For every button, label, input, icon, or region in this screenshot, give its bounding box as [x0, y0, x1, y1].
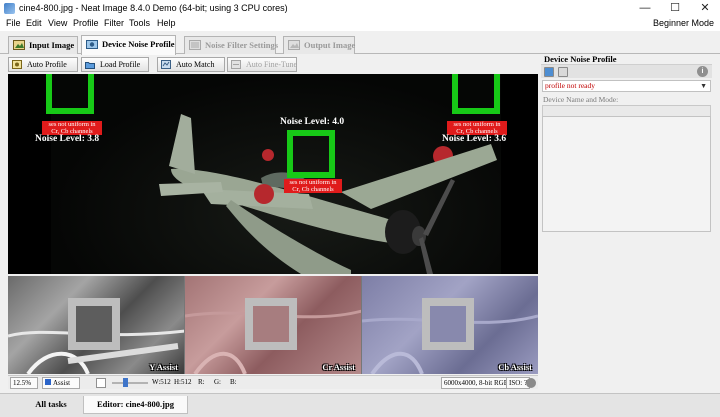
menu-help[interactable]: Help: [157, 18, 176, 28]
airplane-image: [159, 114, 497, 274]
tab-noise-filter-settings-label: Noise Filter Settings: [205, 40, 279, 50]
sample-area-center[interactable]: [287, 130, 335, 178]
view-mode-label: Assist: [53, 379, 71, 387]
status-info-icon[interactable]: [526, 378, 536, 388]
auto-profile-label: Auto Profile: [27, 60, 67, 69]
menu-view[interactable]: View: [48, 18, 67, 28]
photo: [51, 74, 501, 274]
auto-match-icon: [161, 60, 171, 69]
menu-tools[interactable]: Tools: [129, 18, 150, 28]
maximize-button[interactable]: ☐: [660, 0, 690, 17]
tab-input-image-label: Input Image: [29, 40, 75, 50]
settings-gear-icon[interactable]: [96, 378, 106, 388]
menu-profile[interactable]: Profile: [73, 18, 99, 28]
sample-area-left[interactable]: [46, 74, 94, 114]
input-image-icon: [13, 40, 25, 50]
noise-profile-icon: [86, 40, 98, 49]
auto-match-label: Auto Match: [176, 60, 215, 69]
sample-area-right[interactable]: [452, 74, 500, 114]
tab-input-image[interactable]: Input Image: [8, 36, 78, 54]
auto-fine-tune-button[interactable]: Auto Fine-Tune: [227, 57, 297, 72]
right-panel-title: Device Noise Profile: [544, 54, 617, 64]
profile-toolbar: Auto Profile Load Profile Auto Match Aut…: [8, 57, 538, 72]
profile-status-text: profile not ready: [545, 81, 595, 90]
menu-file[interactable]: File: [6, 18, 21, 28]
load-profile-button[interactable]: Load Profile: [81, 57, 149, 72]
g-readout: G:: [214, 378, 221, 386]
chevron-down-icon: ▼: [700, 82, 707, 90]
height-readout: H:512: [174, 378, 192, 386]
y-assist-sample: [68, 298, 120, 350]
r-readout: R:: [198, 378, 205, 386]
status-bar: 12.5% Assist W:512 H:512 R: G: B: 6000x4…: [8, 375, 538, 389]
warning-left: ses not uniform in Cr, Cb channels: [42, 121, 102, 135]
zoom-dropdown[interactable]: 12.5%: [10, 377, 38, 389]
folder-icon: [85, 62, 95, 69]
cb-assist-sample: [422, 298, 474, 350]
thumbnail-cr-assist[interactable]: Cr Assist: [185, 276, 362, 374]
warning-right: ses not uniform in Cr, Cb channels: [447, 121, 507, 135]
noise-level-left: Noise Level: 3.8: [35, 134, 100, 144]
warning-center: ses not uniform in Cr, Cb channels: [284, 179, 342, 193]
width-readout: W:512: [152, 378, 171, 386]
title-bar: cine4-800.jpg - Neat Image 8.4.0 Demo (6…: [0, 0, 720, 17]
load-profile-label: Load Profile: [100, 60, 141, 69]
image-preview[interactable]: ses not uniform in Cr, Cb channels Noise…: [8, 74, 538, 274]
app-icon: [4, 3, 15, 14]
tab-device-noise-profile[interactable]: Device Noise Profile: [81, 35, 176, 55]
tab-editor[interactable]: Editor: cine4-800.jpg: [83, 396, 188, 414]
tab-output-image[interactable]: Output Image: [283, 36, 355, 54]
menu-bar: File Edit View Profile Filter Tools Help…: [0, 17, 720, 31]
image-info: 6000x4000, 8-bit RGB: [441, 377, 512, 389]
tab-output-image-label: Output Image: [304, 40, 356, 50]
close-button[interactable]: ✕: [690, 0, 720, 17]
fine-tune-icon: [231, 60, 241, 69]
right-panel: Device Noise Profile i profile not ready…: [541, 54, 713, 390]
cr-assist-sample: [245, 298, 297, 350]
minimize-button[interactable]: —: [630, 0, 660, 17]
right-panel-info-icon[interactable]: i: [697, 66, 708, 77]
right-panel-toolbar: i: [541, 64, 712, 78]
view-mode-dropdown[interactable]: Assist: [42, 377, 80, 389]
open-profile-icon[interactable]: [544, 67, 554, 77]
device-name-label: Device Name and Mode:: [543, 95, 619, 104]
tab-device-noise-profile-label: Device Noise Profile: [102, 39, 175, 49]
auto-profile-icon: [12, 60, 22, 69]
mode-switch[interactable]: Beginner Mode: [653, 18, 714, 28]
auto-profile-button[interactable]: Auto Profile: [8, 57, 78, 72]
menu-filter[interactable]: Filter: [104, 18, 124, 28]
thumbnail-y-assist[interactable]: Y Assist: [8, 276, 185, 374]
auto-fine-tune-label: Auto Fine-Tune: [246, 60, 298, 69]
zoom-slider[interactable]: [112, 382, 148, 384]
output-image-icon: [288, 40, 300, 50]
cr-assist-label: Cr Assist: [322, 362, 355, 372]
y-assist-label: Y Assist: [149, 362, 178, 372]
auto-match-button[interactable]: Auto Match: [157, 57, 225, 72]
tab-all-tasks[interactable]: All tasks: [34, 396, 68, 414]
profile-details-box: [542, 116, 711, 232]
filter-settings-icon: [189, 40, 201, 50]
profile-status-dropdown[interactable]: profile not ready ▼: [542, 80, 711, 92]
window-title: cine4-800.jpg - Neat Image 8.4.0 Demo (6…: [19, 3, 288, 13]
noise-level-right: Noise Level: 3.6: [442, 134, 507, 144]
noise-level-center: Noise Level: 4.0: [280, 117, 345, 127]
main-tabs: Input Image Device Noise Profile Noise F…: [0, 33, 720, 55]
tab-noise-filter-settings[interactable]: Noise Filter Settings: [184, 36, 279, 54]
zoom-slider-handle[interactable]: [123, 378, 128, 387]
cb-assist-label: Cb Assist: [498, 362, 532, 372]
bottom-tabs: All tasks Editor: cine4-800.jpg: [0, 393, 720, 417]
save-profile-icon[interactable]: [558, 67, 568, 77]
view-mode-swatch: [45, 379, 51, 385]
b-readout: B:: [230, 378, 237, 386]
menu-edit[interactable]: Edit: [26, 18, 42, 28]
thumbnail-cb-assist[interactable]: Cb Assist: [362, 276, 538, 374]
